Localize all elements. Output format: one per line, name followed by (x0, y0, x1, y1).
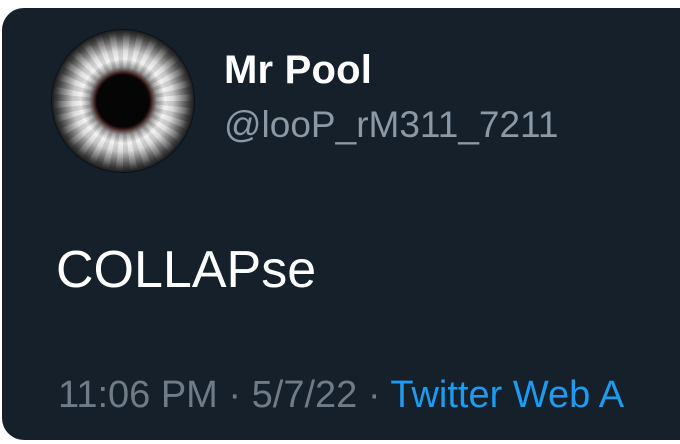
tweet-card: Mr Pool @looP_rM311_7211 COLLAPse 11:06 … (2, 8, 680, 440)
avatar-image (52, 30, 194, 172)
meta-separator: · (228, 374, 242, 416)
user-handle[interactable]: @looP_rM311_7211 (224, 104, 558, 146)
tweet-time[interactable]: 11:06 PM (58, 374, 218, 416)
tweet-text: COLLAPse (56, 241, 317, 299)
display-name[interactable]: Mr Pool (224, 48, 372, 93)
meta-separator: · (367, 374, 381, 416)
tweet-meta: 11:06 PM · 5/7/22 · Twitter Web A (58, 374, 624, 417)
tweet-date[interactable]: 5/7/22 (252, 374, 358, 416)
avatar[interactable] (52, 30, 194, 172)
tweet-source-link[interactable]: Twitter Web A (390, 374, 624, 416)
